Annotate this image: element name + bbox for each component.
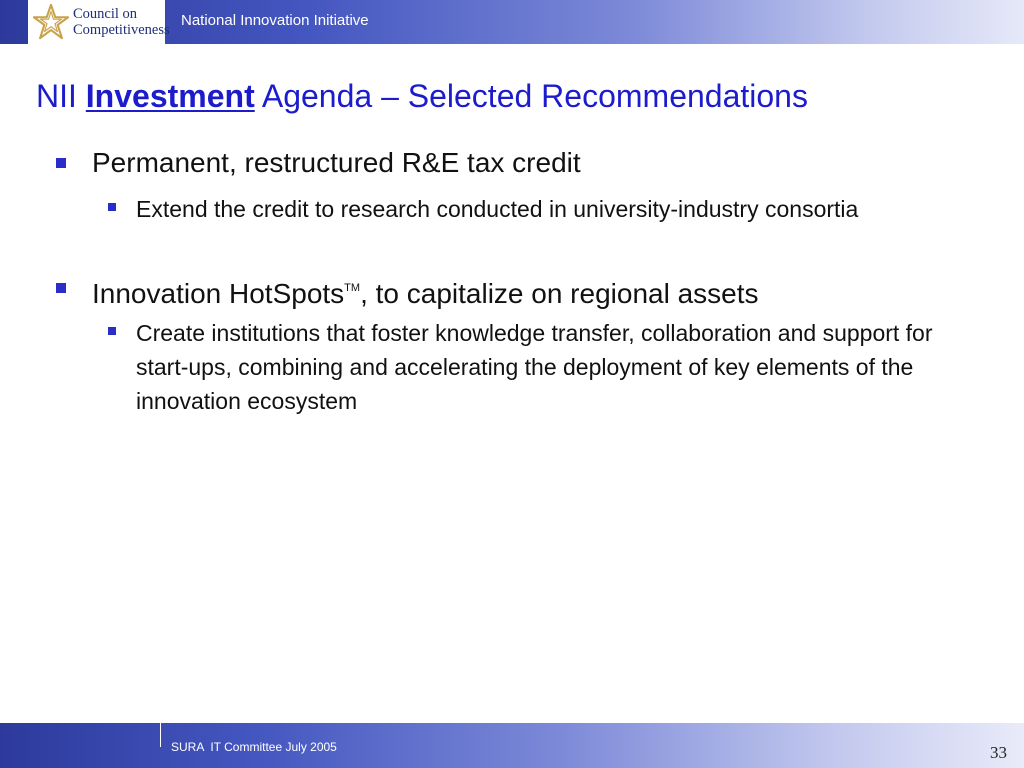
square-bullet-icon [108, 327, 116, 335]
star-logo-icon [32, 3, 70, 40]
bullet-text: Innovation HotSpotsTM, to capitalize on … [92, 271, 759, 311]
sub-bullet-text: Create institutions that foster knowledg… [136, 320, 933, 414]
bullet-text-after: , to capitalize on regional assets [360, 278, 759, 309]
logo-line-2: Competitiveness [73, 22, 170, 38]
footer-text: SURA IT Committee July 2005 [171, 740, 337, 754]
sub-bullet-text: Extend the credit to research conducted … [136, 196, 859, 222]
square-bullet-icon [56, 283, 66, 293]
slide-title-emphasis: Investment [85, 78, 255, 114]
header-title: National Innovation Initiative [181, 12, 369, 29]
bullet-text: Permanent, restructured R&E tax credit [92, 147, 581, 178]
page-number: 33 [990, 743, 1007, 762]
logo-line-1: Council on [73, 6, 138, 22]
slide-title-suffix: Agenda – Selected Recommendations [254, 78, 808, 114]
header-bar: Council on Competitiveness National Inno… [0, 0, 1024, 44]
footer-divider [160, 723, 161, 747]
slide-title: NII Investment Agenda – Selected Recomme… [36, 78, 808, 115]
bullet-text-before: Innovation HotSpots [92, 278, 345, 309]
footer-bar: SURA IT Committee July 2005 33 [0, 723, 1024, 768]
square-bullet-icon [108, 203, 116, 211]
council-logo: Council on Competitiveness [28, 0, 170, 44]
trademark-mark: TM [344, 282, 361, 294]
square-bullet-icon [56, 158, 66, 168]
slide-title-prefix: NII [36, 78, 86, 114]
logo-text: Council on Competitiveness [73, 6, 170, 38]
